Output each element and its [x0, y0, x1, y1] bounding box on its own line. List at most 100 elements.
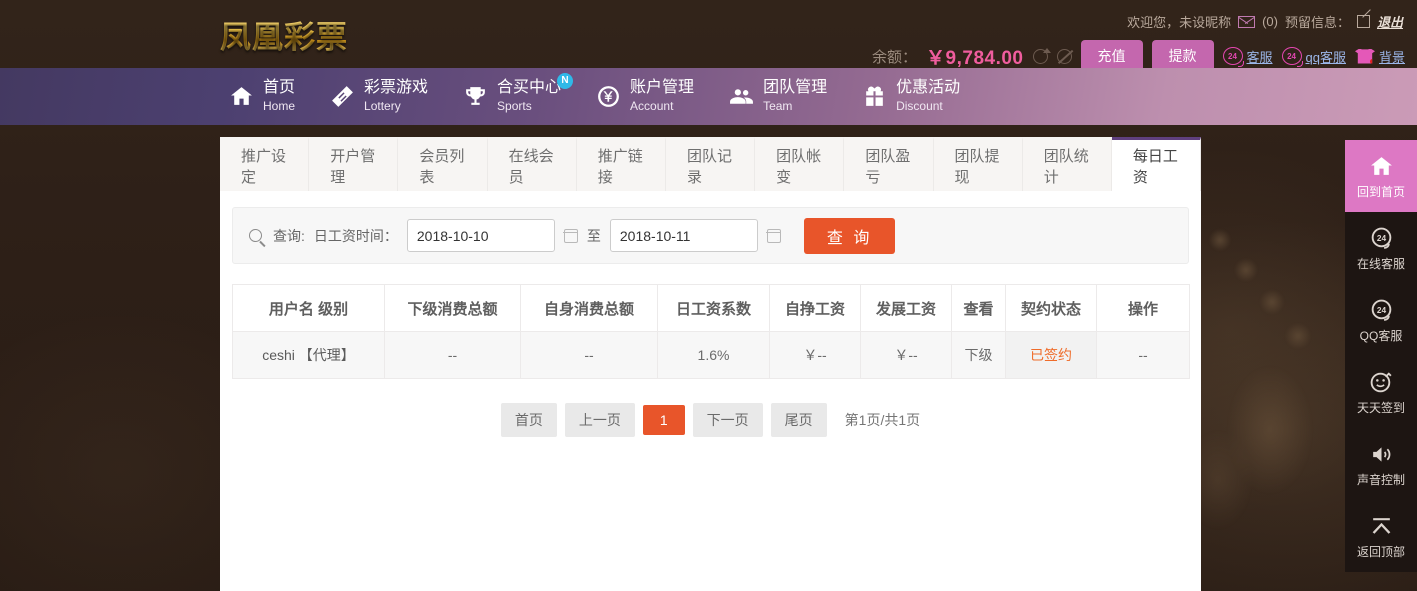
site-header: 凤凰彩票 欢迎您，未设昵称 (0) 预留信息： 退出 余额： ￥9,784.00… [0, 0, 1417, 72]
logout-link[interactable]: 退出 [1377, 12, 1403, 31]
page-first-button[interactable]: 首页 [500, 403, 557, 437]
nav-item-account[interactable]: 账户管理 Account [595, 79, 694, 115]
svg-text:24: 24 [1376, 233, 1386, 243]
sidebar-item-label: 回到首页 [1356, 184, 1405, 199]
tab-7[interactable]: 团队盈亏 [844, 137, 934, 191]
table-header-cell: 操作 [1096, 284, 1190, 332]
sidebar-item-4[interactable]: 声音控制 [1345, 428, 1417, 500]
tab-10[interactable]: 每日工资 [1111, 137, 1202, 192]
cell-self-consume: -- [520, 331, 658, 379]
nav-label-en: Discount [896, 98, 943, 113]
headset-24-icon: 24 [1281, 47, 1303, 67]
tab-4[interactable]: 推广链接 [576, 137, 666, 191]
headset-24-icon: 24 [1222, 47, 1244, 67]
query-label: 查询: [273, 227, 305, 244]
sidebar-item-label: 在线客服 [1356, 256, 1405, 271]
page-last-button[interactable]: 尾页 [770, 403, 827, 437]
cell-view[interactable]: 下级 [951, 331, 1006, 379]
speaker-icon [1368, 442, 1394, 468]
tab-0[interactable]: 推广设定 [220, 137, 310, 191]
nav-item-discount[interactable]: 优惠活动 Discount [861, 79, 960, 115]
nav-label-cn: 账户管理 [630, 78, 695, 96]
sidebar-item-label: 声音控制 [1356, 472, 1405, 487]
table-header-cell: 发展工资 [860, 284, 952, 332]
ticket-icon [329, 84, 355, 110]
cell-username: ceshi 【代理】 [232, 331, 385, 379]
cell-contract-status[interactable]: 已签约 [1005, 331, 1097, 379]
calendar-icon[interactable] [766, 228, 782, 243]
welcome-text: 欢迎您，未设昵称 [1127, 15, 1232, 30]
sidebar-item-1[interactable]: 24 在线客服 [1345, 212, 1417, 284]
cell-sub-consume: -- [384, 331, 521, 379]
gift-icon [861, 84, 887, 110]
nav-item-sports[interactable]: 合买中心 Sports N [462, 72, 574, 115]
mail-count: (0) [1262, 14, 1278, 29]
daily-wage-table: 用户名 级别 下级消费总额 自身消费总额 日工资系数 自挣工资 发展工资 查看 契约状态 操作 … [232, 284, 1190, 379]
nav-label-cn: 团队管理 [763, 78, 828, 96]
sidebar-item-3[interactable]: 天天签到 [1345, 356, 1417, 428]
trophy-icon [462, 84, 488, 110]
background-link-label: 背景 [1378, 49, 1405, 65]
nav-item-labels: 首页 Home [263, 79, 295, 115]
tab-9[interactable]: 团队统计 [1022, 137, 1112, 191]
pen-icon[interactable] [1356, 15, 1370, 28]
right-floating-sidebar: 回到首页 24 在线客服 24 QQ客服天天签到声音控制返回顶部 [1345, 140, 1417, 572]
tab-1[interactable]: 开户管理 [309, 137, 399, 191]
nav-label-en: Account [630, 98, 674, 113]
tab-3[interactable]: 在线会员 [487, 137, 577, 191]
cell-action: -- [1096, 331, 1190, 379]
search-submit-button[interactable]: 查 询 [803, 217, 896, 254]
search-filter-bar: 查询: 日工资时间： 至 查 询 [232, 207, 1189, 264]
sidebar-item-0[interactable]: 回到首页 [1345, 140, 1417, 212]
svg-text:24: 24 [1376, 305, 1386, 315]
nav-label-cn: 优惠活动 [896, 78, 961, 96]
service-link-label: 客服 [1246, 49, 1273, 65]
tab-5[interactable]: 团队记录 [665, 137, 756, 191]
page-prev-button[interactable]: 上一页 [564, 403, 635, 437]
headset-24-icon: 24 [1368, 226, 1394, 252]
page-current-button[interactable]: 1 [642, 405, 685, 435]
eye-off-icon[interactable] [1056, 48, 1072, 64]
table-body: ceshi 【代理】 -- -- 1.6% ￥-- ￥-- 下级 已签约 -- [232, 331, 1190, 379]
sidebar-item-5[interactable]: 返回顶部 [1345, 500, 1417, 572]
nav-item-labels: 彩票游戏 Lottery [364, 79, 428, 115]
nav-item-team[interactable]: 团队管理 Team [728, 79, 827, 115]
tab-2[interactable]: 会员列表 [398, 137, 488, 191]
tab-bar: 推广设定 开户管理 会员列表 在线会员 推广链接 团队记录 团队帐变 团队盈亏 团队提现 团队统计… [220, 137, 1202, 192]
mail-icon[interactable] [1238, 15, 1256, 28]
nav-item-lottery[interactable]: 彩票游戏 Lottery [329, 79, 428, 115]
nav-label-en: Sports [497, 98, 532, 113]
table-header-cell: 下级消费总额 [384, 284, 521, 332]
date-from-input[interactable] [406, 219, 555, 252]
table-header-row: 用户名 级别 下级消费总额 自身消费总额 日工资系数 自挣工资 发展工资 查看 契约状态 操作 [232, 284, 1190, 332]
tab-6[interactable]: 团队帐变 [755, 137, 845, 191]
calendar-icon[interactable] [563, 228, 579, 243]
service-link[interactable]: 24 客服 [1222, 47, 1273, 67]
background-link[interactable]: 背景 [1354, 47, 1405, 66]
yen-coin-icon [595, 84, 621, 110]
sidebar-item-label: 天天签到 [1356, 400, 1405, 415]
search-icon [249, 229, 262, 242]
site-logo[interactable]: 凤凰彩票 [220, 12, 348, 57]
nav-label-en: Team [763, 98, 793, 113]
table-header-cell: 契约状态 [1005, 284, 1097, 332]
new-badge: N [557, 72, 574, 89]
shirt-icon [1354, 48, 1375, 64]
nav-item-labels: 团队管理 Team [763, 79, 827, 115]
nav-label-en: Lottery [364, 98, 401, 113]
sidebar-item-2[interactable]: 24 QQ客服 [1345, 284, 1417, 356]
headset-24-icon: 24 [1368, 298, 1394, 324]
nav-item-home[interactable]: 首页 Home [228, 79, 295, 115]
page-next-button[interactable]: 下一页 [692, 403, 763, 437]
refresh-icon[interactable] [1032, 47, 1051, 64]
cell-self-wage: ￥-- [769, 331, 861, 379]
tab-8[interactable]: 团队提现 [933, 137, 1023, 191]
smiley-check-icon [1368, 370, 1394, 396]
table-header-cell: 用户名 级别 [232, 284, 385, 332]
reserved-info-label: 预留信息： [1284, 15, 1350, 30]
nav-item-labels: 账户管理 Account [630, 79, 694, 115]
nav-label-cn: 彩票游戏 [364, 78, 429, 96]
date-to-input[interactable] [609, 219, 758, 252]
balance-amount: ￥9,784.00 [926, 47, 1024, 69]
qq-service-link[interactable]: 24 qq客服 [1281, 47, 1346, 67]
